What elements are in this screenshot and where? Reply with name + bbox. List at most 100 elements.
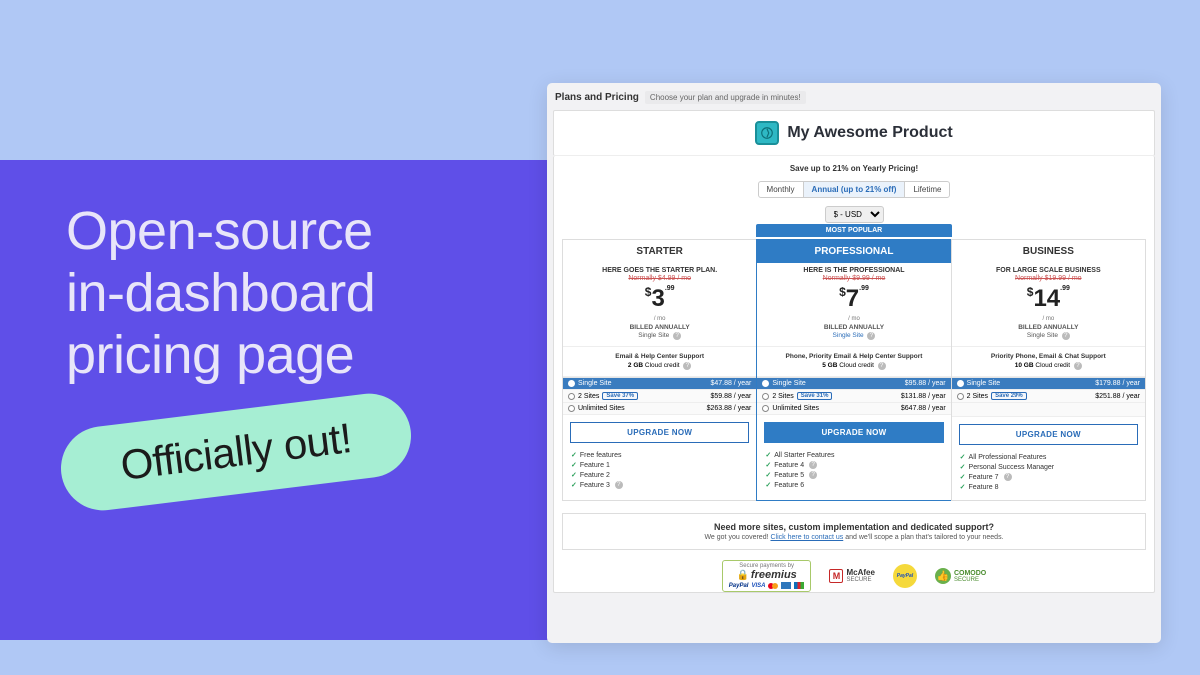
tab-monthly[interactable]: Monthly <box>759 182 804 197</box>
info-icon[interactable]: ? <box>878 362 886 370</box>
billed-annually: BILLED ANNUALLY <box>757 324 950 331</box>
tier-row[interactable]: Single Site$47.88 / year <box>563 378 756 390</box>
contact-link[interactable]: Click here to contact us <box>770 534 843 541</box>
cloud-credit: 10 GB Cloud credit ? <box>952 362 1145 377</box>
check-icon: ✓ <box>960 463 966 471</box>
feature-item: ✓Personal Success Manager <box>960 462 1137 472</box>
pricing-plans: STARTERHERE GOES THE STARTER PLAN.Normal… <box>562 239 1146 501</box>
check-icon: ✓ <box>765 471 771 479</box>
custom-heading: Need more sites, custom implementation a… <box>571 522 1137 532</box>
tier-row[interactable]: 2 Sites Save 31% $131.88 / year <box>757 390 950 403</box>
tier-price: $47.88 / year <box>710 380 751 387</box>
tier-row[interactable]: Unlimited Sites$647.88 / year <box>757 403 950 415</box>
info-icon[interactable]: ? <box>1062 332 1070 340</box>
tier-row[interactable]: Single Site$179.88 / year <box>952 378 1145 390</box>
radio-icon <box>957 380 964 387</box>
info-icon[interactable]: ? <box>673 332 681 340</box>
tier-row[interactable]: 2 SitesSave 29% $251.88 / year <box>952 390 1145 403</box>
feature-item: ✓Feature 5? <box>765 470 942 480</box>
tier-price: $59.88 / year <box>710 393 751 400</box>
currency-select[interactable]: $ - USD <box>825 206 884 223</box>
plan-price: $14.99/ mo <box>952 283 1145 324</box>
info-icon[interactable]: ? <box>1074 362 1082 370</box>
plan-strike-price: Normally $4.99 / mo <box>563 274 756 283</box>
feature-item: ✓Feature 3? <box>571 480 748 490</box>
plan-name: STARTER <box>563 240 756 263</box>
plan-price: $7.99/ mo <box>757 283 950 324</box>
info-icon[interactable]: ? <box>867 332 875 340</box>
upgrade-button[interactable]: UPGRADE NOW <box>959 424 1138 445</box>
radio-icon <box>762 405 769 412</box>
plan-price: $3.99/ mo <box>563 283 756 324</box>
info-icon[interactable]: ? <box>683 362 691 370</box>
paypal-icon: PayPal <box>729 583 749 589</box>
check-icon: ✓ <box>571 451 577 459</box>
tier-row[interactable]: Single Site$95.88 / year <box>757 378 950 390</box>
save-banner: Save up to 21% on Yearly Pricing! <box>554 156 1154 181</box>
tier-price: $131.88 / year <box>901 393 946 400</box>
billed-annually: BILLED ANNUALLY <box>563 324 756 331</box>
plan-desc: FOR LARGE SCALE BUSINESS <box>952 263 1145 274</box>
promo-headline: Open-source in-dashboard pricing page <box>66 200 375 386</box>
tier-label: Single Site <box>967 380 1000 387</box>
check-icon: ✓ <box>571 471 577 479</box>
radio-icon <box>762 393 769 400</box>
check-icon: ✓ <box>765 451 771 459</box>
cloud-credit: 2 GB Cloud credit ? <box>563 362 756 377</box>
info-icon[interactable]: ? <box>615 481 623 489</box>
tier-list: Single Site$179.88 / year2 SitesSave 29%… <box>952 377 1145 417</box>
feature-item: ✓Free features <box>571 450 748 460</box>
freemius-badge: Secure payments by 🔒freemius PayPal VISA <box>722 560 812 592</box>
radio-icon <box>568 380 575 387</box>
site-count: Single Site ? <box>952 331 1145 346</box>
plan-strike-price: Normally $19.99 / mo <box>952 274 1145 283</box>
mcafee-badge: M McAfeeSECURE <box>829 569 874 583</box>
visa-icon: VISA <box>751 583 765 589</box>
save-badge: Save 29% <box>991 392 1027 400</box>
tier-label: 2 Sites <box>967 393 988 400</box>
tab-annual[interactable]: Annual (up to 21% off) <box>804 182 906 197</box>
product-name: My Awesome Product <box>787 124 952 142</box>
upgrade-button[interactable]: UPGRADE NOW <box>764 422 943 443</box>
tier-price: $95.88 / year <box>905 380 946 387</box>
product-logo-icon <box>755 121 779 145</box>
upgrade-button[interactable]: UPGRADE NOW <box>570 422 749 443</box>
tab-lifetime[interactable]: Lifetime <box>905 182 949 197</box>
paypal-seal-icon: PayPal <box>893 564 917 588</box>
mcafee-shield-icon: M <box>829 569 843 583</box>
feature-item: ✓Feature 6 <box>765 480 942 490</box>
trust-logos: Secure payments by 🔒freemius PayPal VISA… <box>554 560 1154 592</box>
plan-business: BUSINESSFOR LARGE SCALE BUSINESSNormally… <box>951 239 1146 501</box>
plan-professional: MOST POPULARPROFESSIONALHERE IS THE PROF… <box>756 239 951 501</box>
info-icon[interactable]: ? <box>809 461 817 469</box>
tier-list: Single Site$47.88 / year 2 SitesSave 37% $… <box>563 377 756 415</box>
comodo-badge: 👍 COMODOSECURE <box>935 568 986 584</box>
save-badge: Save 37% <box>602 392 638 400</box>
page-title: Plans and Pricing <box>555 92 639 103</box>
tier-row[interactable]: 2 SitesSave 37% $59.88 / year <box>563 390 756 403</box>
tier-row-empty <box>952 403 1145 417</box>
jcb-icon <box>794 582 804 589</box>
support-level: Priority Phone, Email & Chat Support <box>952 346 1145 362</box>
check-icon: ✓ <box>960 483 966 491</box>
tier-price: $263.88 / year <box>707 405 752 412</box>
tier-label: 2 Sites <box>772 393 793 400</box>
save-badge: Save 31% <box>797 392 833 400</box>
plan-starter: STARTERHERE GOES THE STARTER PLAN.Normal… <box>562 239 757 501</box>
info-icon[interactable]: ? <box>809 471 817 479</box>
tier-price: $251.88 / year <box>1095 393 1140 400</box>
tier-price: $647.88 / year <box>901 405 946 412</box>
tier-label: Unlimited Sites <box>578 405 625 412</box>
feature-list: ✓Free features✓Feature 1✓Feature 2✓Featu… <box>563 450 756 498</box>
support-level: Email & Help Center Support <box>563 346 756 362</box>
plan-name: BUSINESS <box>952 240 1145 263</box>
radio-icon <box>957 393 964 400</box>
check-icon: ✓ <box>960 453 966 461</box>
info-icon[interactable]: ? <box>1004 473 1012 481</box>
tier-label: 2 Sites <box>578 393 599 400</box>
tier-row[interactable]: Unlimited Sites $263.88 / year <box>563 403 756 415</box>
feature-item: ✓Feature 4? <box>765 460 942 470</box>
freemius-text: freemius <box>751 569 797 581</box>
headline-line: pricing page <box>66 325 354 385</box>
tier-list: Single Site$95.88 / year 2 Sites Save 31% $… <box>757 377 950 415</box>
